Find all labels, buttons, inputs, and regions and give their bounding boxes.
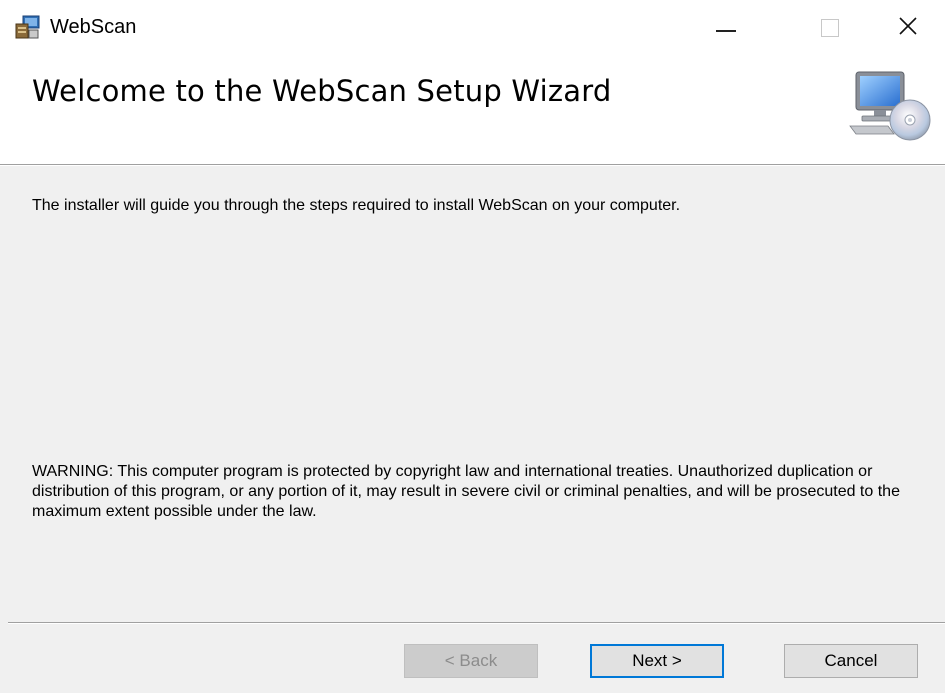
wizard-header: Welcome to the WebScan Setup Wizard: [0, 56, 945, 164]
computer-cd-icon: [848, 70, 932, 146]
cancel-button[interactable]: Cancel: [784, 644, 918, 678]
maximize-icon: [821, 19, 839, 37]
next-button[interactable]: Next >: [590, 644, 724, 678]
installer-icon: [14, 14, 42, 40]
copyright-warning: WARNING: This computer program is protec…: [32, 463, 900, 520]
wizard-body: [0, 166, 945, 693]
close-button[interactable]: [878, 0, 938, 56]
maximize-button[interactable]: [800, 0, 860, 56]
close-icon: [898, 16, 918, 41]
wizard-title: Welcome to the WebScan Setup Wizard: [32, 74, 612, 108]
window-title: WebScan: [50, 16, 137, 38]
title-bar: WebScan: [0, 0, 945, 56]
minimize-icon: [716, 30, 736, 32]
back-button[interactable]: < Back: [404, 644, 538, 678]
intro-text: The installer will guide you through the…: [32, 197, 681, 214]
footer-divider-highlight: [8, 623, 945, 624]
minimize-button[interactable]: [696, 0, 756, 56]
